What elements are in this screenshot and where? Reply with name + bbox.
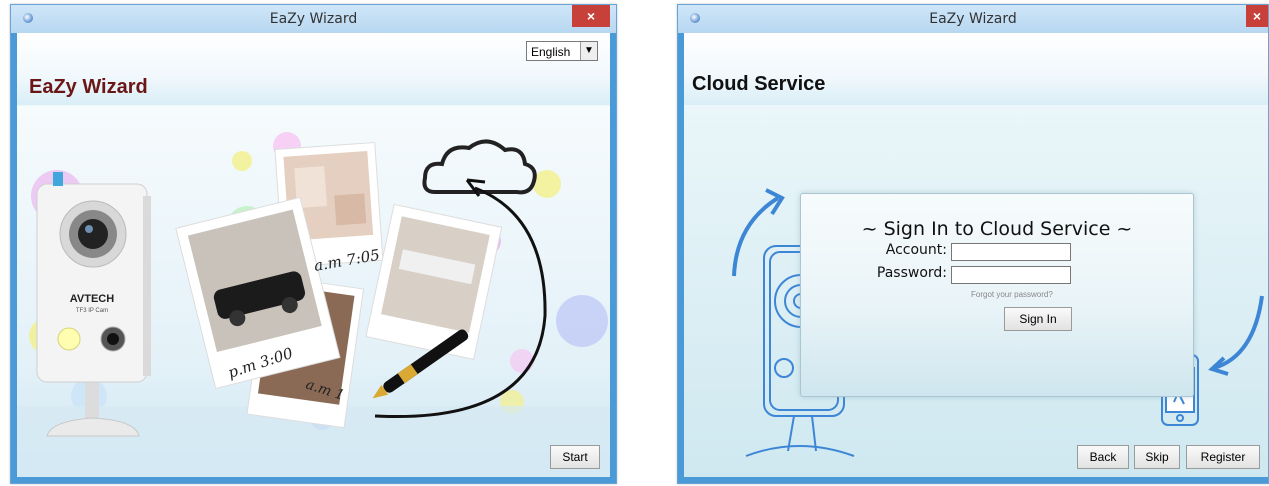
page-title: EaZy Wizard	[29, 76, 148, 98]
sign-in-panel: ~ Sign In to Cloud Service ~ Account: Pa…	[800, 193, 1194, 397]
account-label: Account:	[885, 242, 947, 258]
close-button[interactable]: ×	[572, 5, 610, 27]
cloud-service-panel: ~ Sign In to Cloud Service ~ Account: Pa…	[684, 106, 1268, 477]
wizard-window-welcome: EaZy Wizard × EaZy Wizard English ▼ a.m …	[10, 4, 617, 484]
bokeh-circle	[232, 151, 252, 171]
bokeh-circle	[556, 295, 608, 347]
wizard-header: EaZy Wizard English ▼	[17, 33, 610, 105]
curved-arrow	[1213, 295, 1264, 370]
wizard-header: Cloud Service	[684, 33, 1268, 105]
bokeh-circle	[533, 170, 561, 198]
start-button[interactable]: Start	[550, 445, 600, 469]
window-title: EaZy Wizard	[929, 11, 1017, 27]
password-label: Password:	[876, 265, 947, 281]
chevron-down-icon[interactable]: ▼	[580, 42, 597, 60]
title-bar[interactable]: EaZy Wizard ×	[11, 5, 616, 33]
illustration-art: a.m 7:05 p.m 3:00 a.m 1 AVTECH TF3 IP Ca…	[17, 132, 610, 477]
cloud-icon	[422, 139, 537, 195]
wizard-content: Cloud Service ~ Sign In to Cloud Service…	[684, 33, 1268, 477]
sign-in-button[interactable]: Sign In	[1004, 307, 1072, 331]
sign-in-title: ~ Sign In to Cloud Service ~	[861, 218, 1133, 240]
bokeh-circle	[510, 349, 534, 373]
password-input[interactable]	[951, 266, 1071, 284]
page-title: Cloud Service	[692, 73, 826, 95]
account-input[interactable]	[951, 243, 1071, 261]
wizard-content: EaZy Wizard English ▼ a.m 7:05 p.m 3:00 …	[17, 33, 610, 477]
skip-button[interactable]: Skip	[1134, 445, 1180, 469]
forgot-password-link[interactable]: Forgot your password?	[971, 290, 1053, 299]
curved-arrow	[732, 196, 780, 277]
wizard-window-cloud-service: EaZy Wizard × Cloud Service ~ Sign In to…	[677, 4, 1269, 484]
language-value: English	[531, 45, 571, 59]
title-bar[interactable]: EaZy Wizard ×	[678, 5, 1268, 33]
language-select[interactable]: English ▼	[526, 41, 598, 61]
ip-camera-illustration: AVTECH TF3 IP Cam	[36, 172, 151, 437]
welcome-illustration: a.m 7:05 p.m 3:00 a.m 1 AVTECH TF3 IP Ca…	[17, 106, 610, 477]
photo-kitchen	[365, 203, 503, 360]
close-button[interactable]: ×	[1246, 5, 1268, 27]
camera-model: TF3 IP Cam	[76, 308, 108, 314]
window-title: EaZy Wizard	[269, 11, 358, 27]
back-button[interactable]: Back	[1077, 445, 1129, 469]
camera-brand: AVTECH	[70, 293, 114, 305]
register-button[interactable]: Register	[1186, 445, 1260, 469]
